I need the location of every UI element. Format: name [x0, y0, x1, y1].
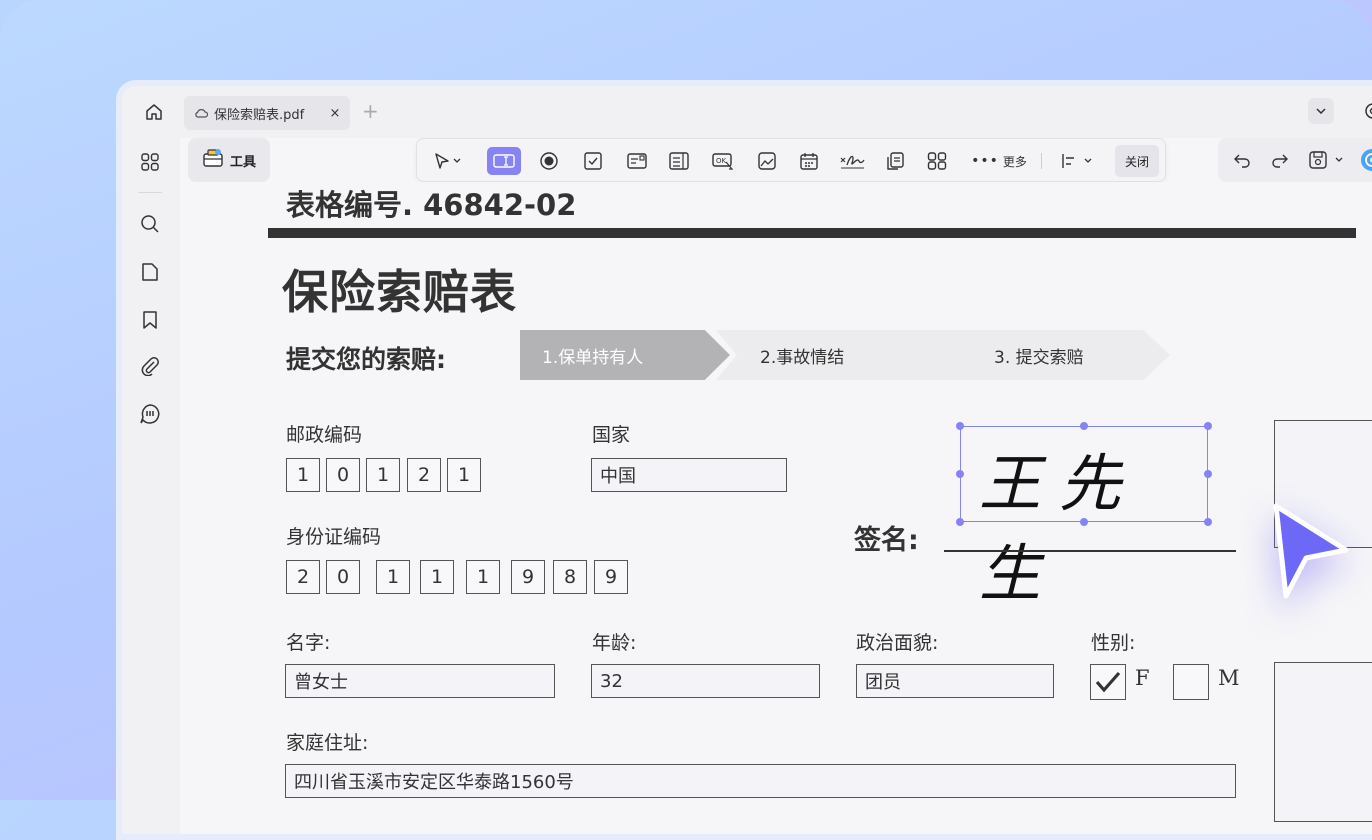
postal-digit[interactable]: 0 — [326, 458, 360, 492]
title-bar: 保险索赔表.pdf × + — [122, 86, 1372, 138]
signature-label: 签名: — [854, 518, 919, 557]
thumbnails-icon[interactable] — [136, 148, 164, 176]
button-tool-icon[interactable]: OK — [709, 147, 737, 175]
form-grid-tool-icon[interactable] — [923, 147, 951, 175]
more-label: 更多 — [1003, 153, 1027, 170]
signature-value: 王先生 — [979, 433, 1207, 613]
undo-icon[interactable] — [1228, 146, 1256, 174]
resize-handle[interactable] — [956, 470, 964, 478]
country-field[interactable]: 中国 — [591, 458, 787, 492]
align-tool-button[interactable] — [1055, 147, 1099, 175]
postal-code-label: 邮政编码 — [286, 420, 362, 447]
cloud-icon — [194, 106, 208, 120]
step-submit-claim[interactable]: 3. 提交索赔 — [948, 330, 1170, 380]
side-panel — [1274, 662, 1372, 822]
id-digit[interactable]: 9 — [511, 560, 545, 594]
resize-handle[interactable] — [1080, 422, 1088, 430]
home-icon[interactable] — [140, 98, 168, 126]
check-mark-icon — [1093, 669, 1123, 695]
combo-box-tool-icon[interactable] — [623, 147, 651, 175]
submit-claim-label: 提交您的索赔: — [286, 340, 446, 376]
right-toolbar — [1218, 138, 1372, 182]
signature-tool-icon[interactable] — [837, 147, 867, 175]
toolbar-divider — [1041, 153, 1042, 169]
resize-handle[interactable] — [1204, 518, 1212, 526]
gender-label: 性别: — [1091, 628, 1135, 655]
signature-field[interactable]: 王先生 — [960, 426, 1208, 522]
attachment-icon[interactable] — [136, 352, 164, 380]
resize-handle[interactable] — [956, 422, 964, 430]
tools-button-label: 工具 — [230, 151, 256, 170]
toolbox-icon — [202, 148, 224, 172]
political-status-field[interactable]: 团员 — [856, 664, 1054, 698]
name-label: 名字: — [286, 628, 330, 655]
name-field[interactable]: 曾女士 — [285, 664, 555, 698]
left-sidebar — [122, 138, 180, 834]
postal-digit[interactable]: 1 — [366, 458, 400, 492]
country-label: 国家 — [592, 420, 630, 447]
app-window: 保险索赔表.pdf × + — [116, 80, 1372, 840]
sidebar-divider — [138, 192, 162, 193]
tools-button[interactable]: 工具 — [188, 138, 270, 182]
header-rule — [268, 228, 1356, 238]
tab-close-button[interactable]: × — [326, 106, 344, 121]
pointer-cursor-icon — [1266, 500, 1356, 610]
svg-text:OK: OK — [716, 157, 727, 165]
ai-assistant-icon[interactable] — [1358, 146, 1372, 174]
form-toolbar: OK ••• 更多 关闭 — [416, 138, 1166, 182]
resize-handle[interactable] — [1204, 422, 1212, 430]
gender-f-label: F — [1135, 666, 1150, 690]
document-tab[interactable]: 保险索赔表.pdf × — [184, 96, 350, 130]
more-dots-icon: ••• — [971, 153, 999, 169]
address-label: 家庭住址: — [286, 728, 368, 755]
redo-icon[interactable] — [1266, 146, 1294, 174]
id-digit[interactable]: 0 — [326, 560, 360, 594]
checkbox-tool-icon[interactable] — [579, 147, 607, 175]
tab-title: 保险索赔表.pdf — [214, 104, 326, 123]
address-field[interactable]: 四川省玉溪市安定区华泰路1560号 — [285, 764, 1236, 798]
signature-line — [944, 550, 1236, 552]
copy-fields-tool-icon[interactable] — [881, 147, 909, 175]
resize-handle[interactable] — [1080, 518, 1088, 526]
tabs-dropdown-button[interactable] — [1308, 98, 1334, 124]
comment-icon[interactable] — [136, 400, 164, 428]
gender-m-label: M — [1218, 666, 1240, 690]
step-accident-details[interactable]: 2.事故情结 — [716, 330, 976, 380]
id-digit[interactable]: 1 — [466, 560, 500, 594]
radio-button-tool-icon[interactable] — [535, 147, 563, 175]
more-button[interactable]: ••• 更多 — [969, 147, 1029, 175]
text-field-tool-button[interactable] — [487, 147, 521, 175]
bookmark-icon[interactable] — [136, 306, 164, 334]
id-digit[interactable]: 8 — [553, 560, 587, 594]
age-label: 年龄: — [592, 628, 636, 655]
date-field-tool-icon[interactable] — [795, 147, 823, 175]
select-tool-button[interactable] — [425, 147, 469, 175]
form-title: 保险索赔表 — [282, 256, 517, 322]
settings-icon[interactable] — [1360, 98, 1372, 124]
list-box-tool-icon[interactable] — [665, 147, 693, 175]
id-digit[interactable]: 1 — [420, 560, 454, 594]
image-field-tool-icon[interactable] — [753, 147, 781, 175]
id-digit[interactable]: 1 — [376, 560, 410, 594]
id-digit[interactable]: 9 — [594, 560, 628, 594]
page-icon[interactable] — [136, 258, 164, 286]
resize-handle[interactable] — [956, 518, 964, 526]
gender-f-checkbox[interactable] — [1090, 664, 1126, 700]
resize-handle[interactable] — [1204, 470, 1212, 478]
age-field[interactable]: 32 — [591, 664, 820, 698]
postal-digit[interactable]: 1 — [447, 458, 481, 492]
postal-digit[interactable]: 1 — [286, 458, 320, 492]
id-number-label: 身份证编码 — [286, 522, 381, 549]
gender-m-checkbox[interactable] — [1173, 664, 1209, 700]
id-digit[interactable]: 2 — [286, 560, 320, 594]
step-policyholder[interactable]: 1.保单持有人 — [520, 330, 730, 380]
postal-digit[interactable]: 2 — [407, 458, 441, 492]
search-icon[interactable] — [136, 210, 164, 238]
document-page: 表格编号. 46842-02 保险索赔表 提交您的索赔: 1.保单持有人 2.事… — [186, 182, 1372, 834]
form-number: 表格编号. 46842-02 — [286, 182, 576, 224]
save-icon[interactable] — [1308, 146, 1348, 174]
close-toolbar-button[interactable]: 关闭 — [1115, 145, 1159, 177]
new-tab-button[interactable]: + — [362, 98, 379, 124]
political-status-label: 政治面貌: — [856, 628, 938, 655]
